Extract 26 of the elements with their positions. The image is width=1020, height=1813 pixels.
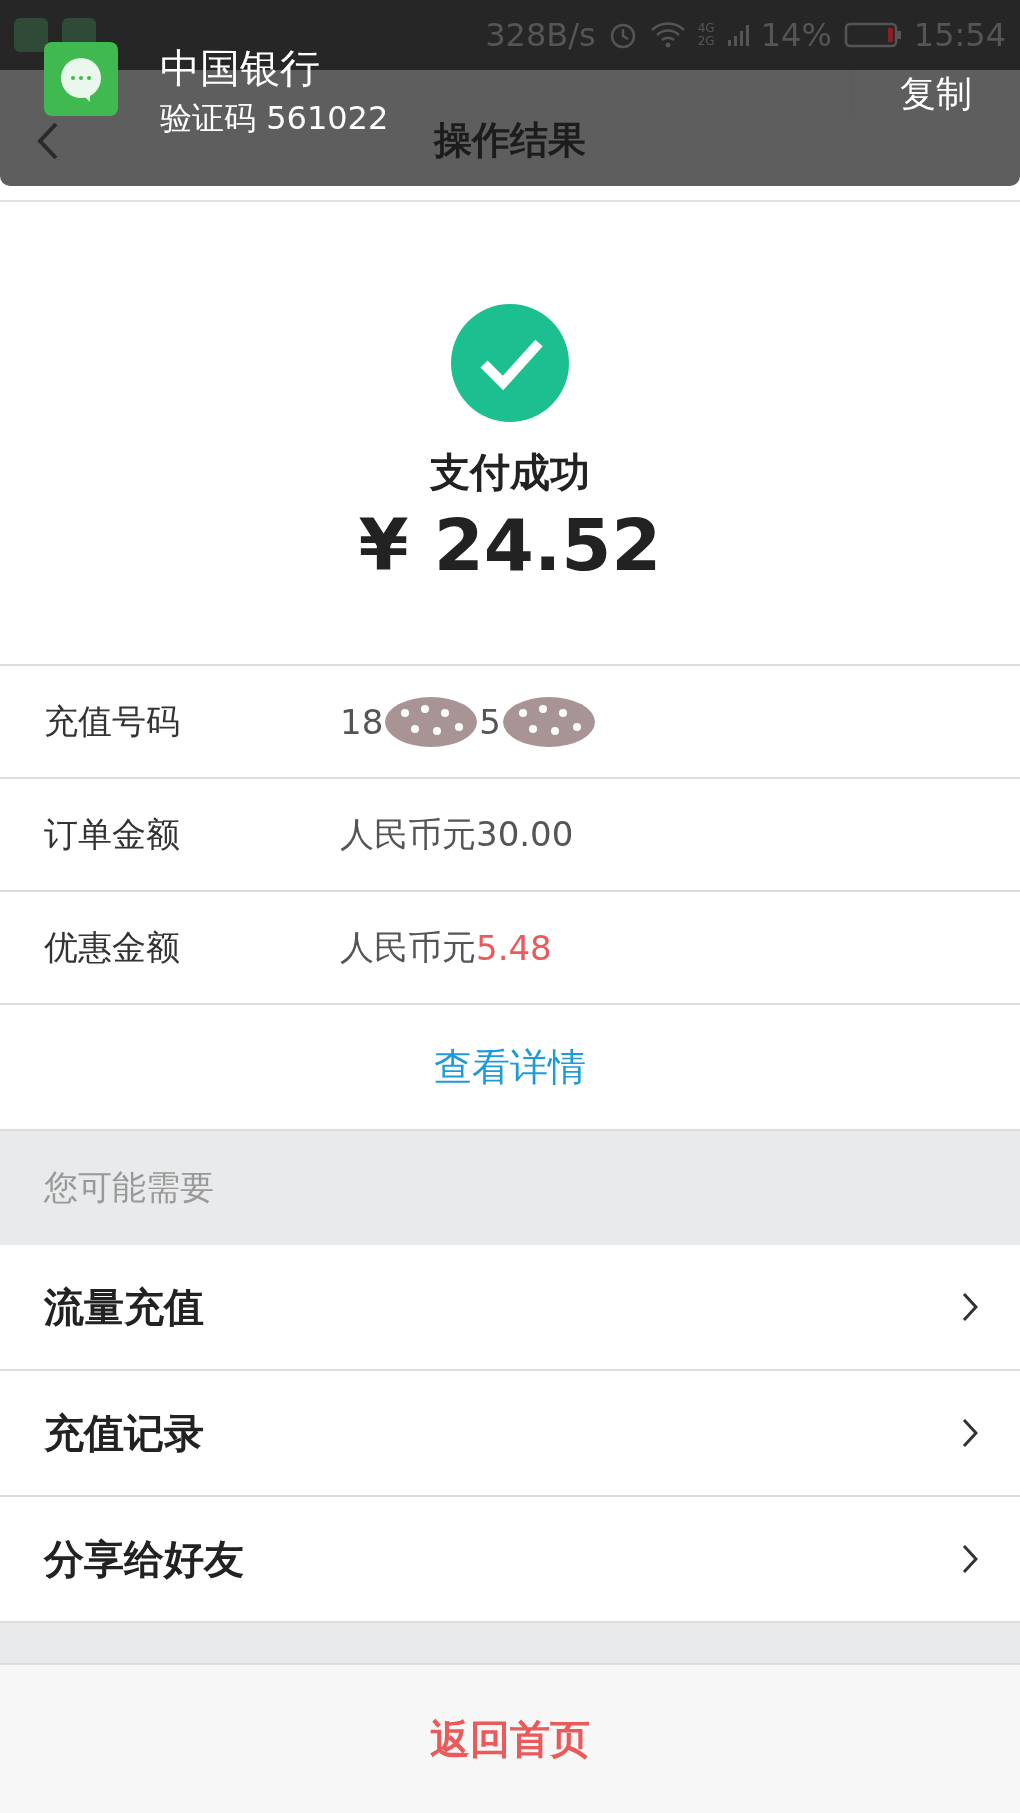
chevron-right-icon <box>962 1544 978 1574</box>
notification-title: 中国银行 <box>160 44 321 92</box>
chevron-right-icon <box>962 1292 978 1322</box>
page-title: 操作结果 <box>434 120 586 160</box>
discount-value: 5.48 <box>476 927 552 968</box>
success-check-icon <box>451 304 569 422</box>
chevron-right-icon <box>962 1418 978 1448</box>
payment-status: 支付成功 <box>430 448 590 497</box>
notification-message: 验证码 561022 <box>160 98 389 138</box>
detail-label: 优惠金额 <box>44 925 181 969</box>
section-title: 您可能需要 <box>44 1166 214 1209</box>
copy-button[interactable]: 复制 <box>850 70 1020 118</box>
message-app-icon <box>44 42 118 116</box>
detail-value: 人民币元 <box>340 925 476 969</box>
wifi-icon <box>649 21 686 49</box>
back-icon[interactable] <box>36 121 60 161</box>
detail-value: 5 <box>479 701 501 742</box>
menu-item[interactable]: 流量充值 <box>0 1245 1020 1371</box>
payment-amount: ¥ 24.52 <box>358 502 662 589</box>
signal-icon <box>726 22 749 48</box>
detail-value: 18 <box>340 701 384 742</box>
detail-value: 人民币元30.00 <box>340 812 574 856</box>
battery-icon <box>843 21 902 49</box>
detail-label: 充值号码 <box>44 699 181 743</box>
menu-item[interactable]: 充值记录 <box>0 1371 1020 1497</box>
detail-label: 订单金额 <box>44 812 181 856</box>
